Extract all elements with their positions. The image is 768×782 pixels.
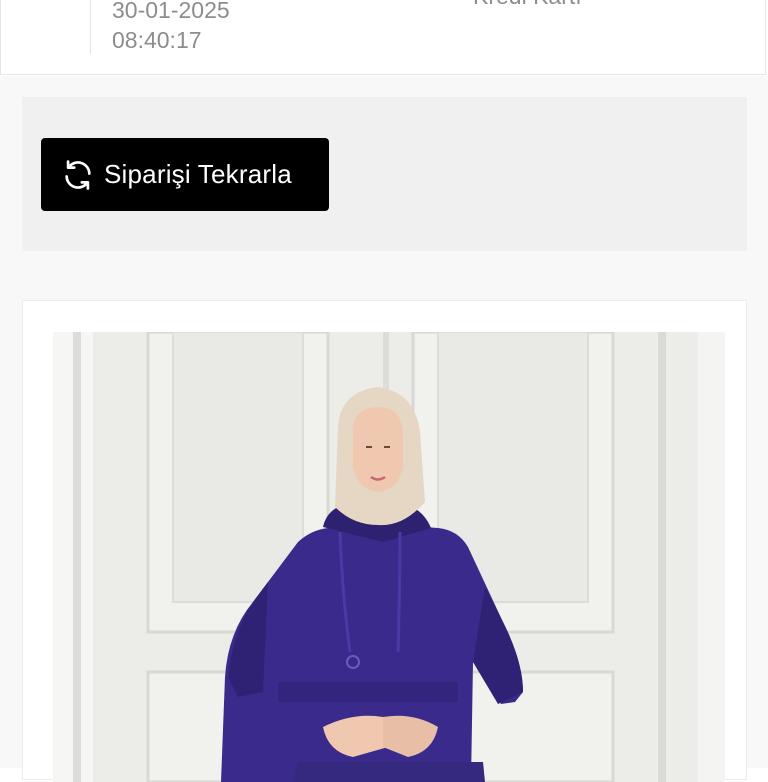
reorder-button-label: Siparişi Tekrarla xyxy=(104,159,292,189)
info-divider xyxy=(90,0,91,54)
product-photo xyxy=(53,332,725,782)
order-info-card: 30-01-2025 08:40:17 Kredi Kartı xyxy=(0,0,766,75)
payment-method: Kredi Kartı xyxy=(473,0,582,10)
reorder-button[interactable]: Siparişi Tekrarla xyxy=(41,138,329,211)
refresh-icon xyxy=(61,158,95,192)
order-time: 08:40:17 xyxy=(112,27,202,53)
product-image[interactable] xyxy=(53,332,725,782)
order-date: 30-01-2025 xyxy=(112,0,230,23)
